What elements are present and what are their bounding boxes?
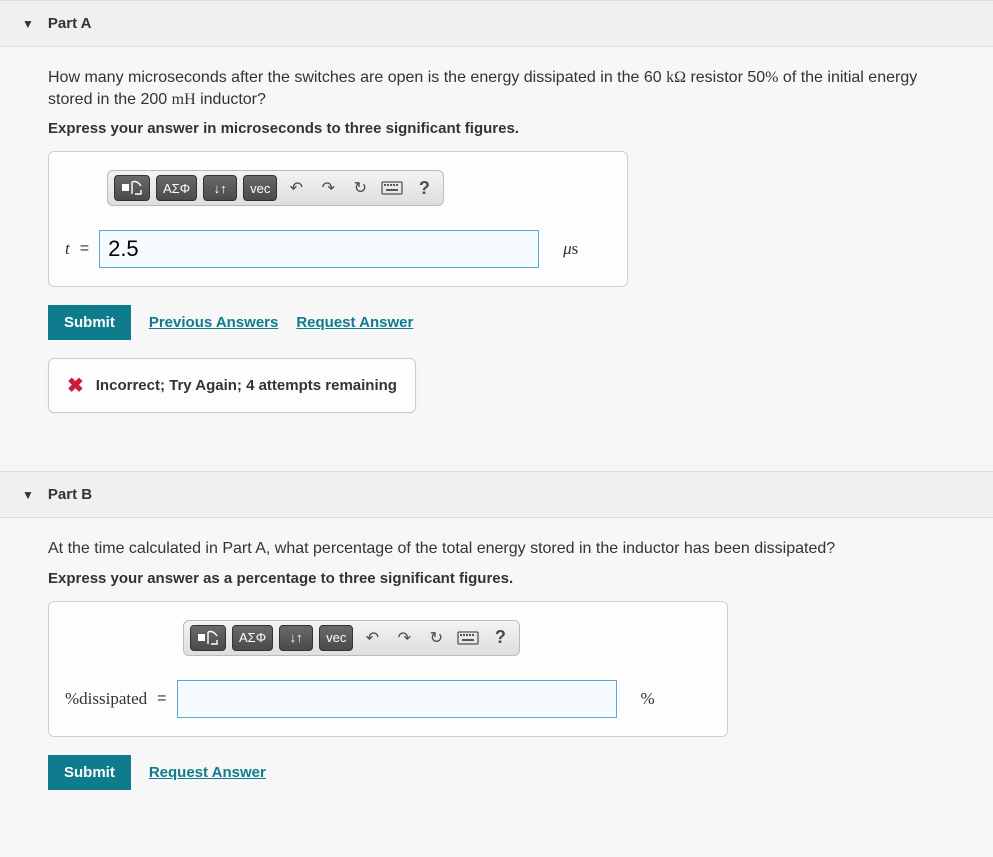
- vec-button[interactable]: vec: [319, 625, 353, 651]
- part-b-instruction: Express your answer as a percentage to t…: [48, 570, 993, 587]
- collapse-icon: ▼: [22, 17, 34, 31]
- part-b-body: At the time calculated in Part A, what p…: [0, 518, 993, 836]
- part-a-header[interactable]: ▼ Part A: [0, 0, 993, 47]
- part-a-unit: μs: [563, 239, 578, 259]
- part-b-actions: Submit Request Answer: [48, 755, 993, 790]
- subsup-button[interactable]: ↓↑: [279, 625, 313, 651]
- equation-toolbar: ΑΣΦ ↓↑ vec ↶ ↷ ↻ ?: [107, 170, 444, 206]
- part-a-var: t: [65, 239, 70, 259]
- subsup-button[interactable]: ↓↑: [203, 175, 237, 201]
- part-a-input[interactable]: [99, 230, 539, 268]
- templates-button[interactable]: [190, 625, 226, 651]
- redo-icon[interactable]: ↷: [315, 175, 341, 201]
- part-b-question: At the time calculated in Part A, what p…: [48, 538, 938, 560]
- part-b-unit: %: [641, 689, 655, 709]
- part-b-title: Part B: [48, 486, 92, 503]
- equals-sign: =: [157, 690, 166, 708]
- request-answer-link[interactable]: Request Answer: [296, 314, 413, 331]
- part-b-input-row: %dissipated = %: [65, 680, 711, 718]
- equals-sign: =: [80, 240, 89, 258]
- part-a-body: How many microseconds after the switches…: [0, 47, 993, 441]
- part-a-answer-box: ΑΣΦ ↓↑ vec ↶ ↷ ↻ ? t = μs: [48, 151, 628, 287]
- submit-button[interactable]: Submit: [48, 755, 131, 790]
- redo-icon[interactable]: ↷: [391, 625, 417, 651]
- keyboard-icon[interactable]: [455, 625, 481, 651]
- part-a-input-row: t = μs: [65, 230, 611, 268]
- undo-icon[interactable]: ↶: [283, 175, 309, 201]
- reset-icon[interactable]: ↻: [423, 625, 449, 651]
- feedback-text: Incorrect; Try Again; 4 attempts remaini…: [96, 377, 397, 394]
- vec-button[interactable]: vec: [243, 175, 277, 201]
- feedback-box: ✖ Incorrect; Try Again; 4 attempts remai…: [48, 358, 416, 413]
- part-b-header[interactable]: ▼ Part B: [0, 471, 993, 518]
- submit-button[interactable]: Submit: [48, 305, 131, 340]
- help-icon[interactable]: ?: [411, 175, 437, 201]
- undo-icon[interactable]: ↶: [359, 625, 385, 651]
- help-icon[interactable]: ?: [487, 625, 513, 651]
- part-a-question: How many microseconds after the switches…: [48, 67, 938, 110]
- part-a-instruction: Express your answer in microseconds to t…: [48, 120, 993, 137]
- templates-button[interactable]: [114, 175, 150, 201]
- equation-toolbar: ΑΣΦ ↓↑ vec ↶ ↷ ↻ ?: [183, 620, 520, 656]
- greek-button[interactable]: ΑΣΦ: [156, 175, 197, 201]
- incorrect-icon: ✖: [67, 373, 84, 398]
- previous-answers-link[interactable]: Previous Answers: [149, 314, 279, 331]
- collapse-icon: ▼: [22, 488, 34, 502]
- request-answer-link[interactable]: Request Answer: [149, 764, 266, 781]
- greek-button[interactable]: ΑΣΦ: [232, 625, 273, 651]
- part-b-answer-box: ΑΣΦ ↓↑ vec ↶ ↷ ↻ ? %dissipated = %: [48, 601, 728, 737]
- keyboard-icon[interactable]: [379, 175, 405, 201]
- part-a-title: Part A: [48, 15, 92, 32]
- part-b-var: %dissipated: [65, 689, 147, 709]
- part-b-input[interactable]: [177, 680, 617, 718]
- part-a-actions: Submit Previous Answers Request Answer: [48, 305, 993, 340]
- reset-icon[interactable]: ↻: [347, 175, 373, 201]
